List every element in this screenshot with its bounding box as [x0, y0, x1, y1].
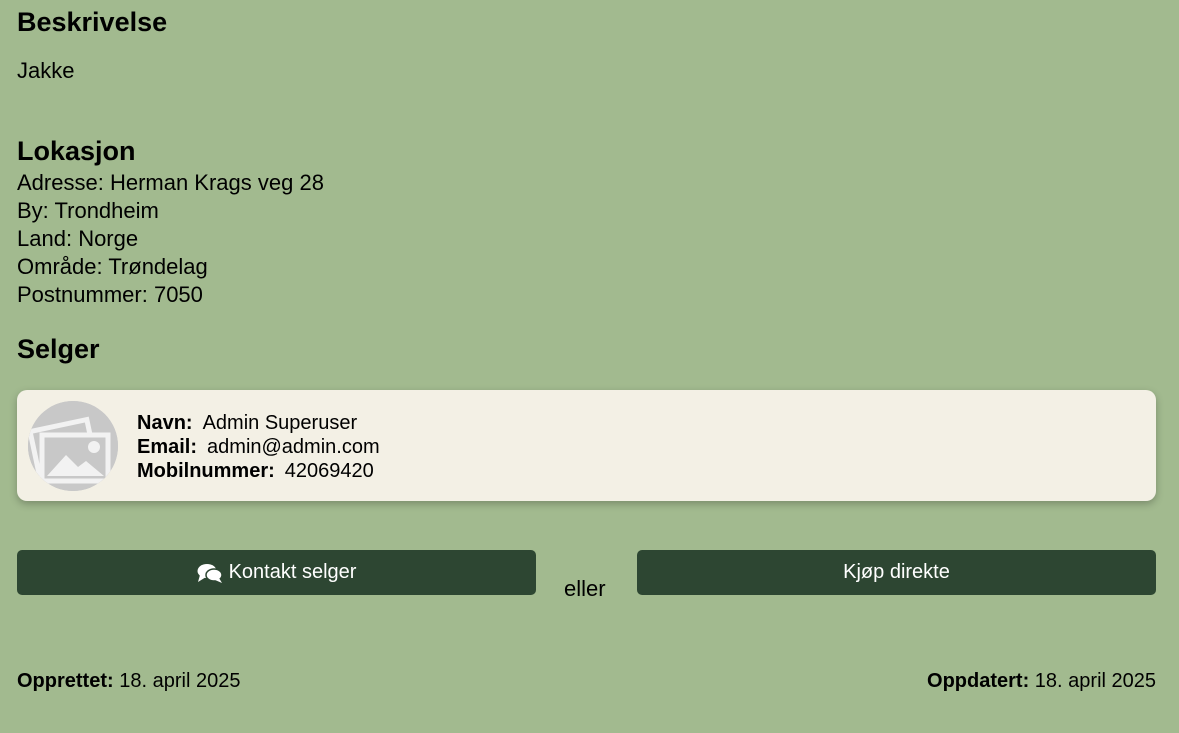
region-label: Område:: [17, 254, 103, 279]
region-value: Trøndelag: [108, 254, 208, 279]
seller-name: Admin Superuser: [202, 412, 358, 434]
contact-seller-label: Kontakt selger: [228, 561, 357, 583]
seller-phone-row: Mobilnummer: 42069420: [137, 459, 380, 483]
updated-label: Oppdatert:: [927, 670, 1030, 692]
image-placeholder-icon: [28, 401, 118, 491]
seller-name-row: Navn: Admin Superuser: [137, 411, 380, 435]
seller-name-label: Navn:: [137, 412, 193, 434]
updated-date: Oppdatert: 18. april 2025: [927, 670, 1156, 693]
postal-value: 7050: [153, 282, 203, 307]
created-value: 18. april 2025: [119, 670, 241, 692]
country-label: Land:: [17, 226, 73, 251]
avatar: [28, 401, 118, 491]
chat-bubbles-icon: [197, 562, 223, 584]
address-value: Herman Krags veg 28: [109, 170, 324, 195]
region-line: Område: Trøndelag: [17, 253, 324, 281]
country-line: Land: Norge: [17, 225, 324, 253]
created-date: Opprettet: 18. april 2025: [17, 670, 240, 693]
description-text: Jakke: [17, 58, 75, 83]
postal-line: Postnummer: 7050: [17, 281, 324, 309]
country-value: Norge: [78, 226, 139, 251]
seller-card: Navn: Admin Superuser Email: admin@admin.c…: [17, 390, 1156, 501]
contact-seller-button[interactable]: Kontakt selger: [17, 550, 536, 595]
address-line: Adresse: Herman Krags veg 28: [17, 169, 324, 197]
city-line: By: Trondheim: [17, 197, 324, 225]
seller-email: admin@admin.com: [207, 436, 380, 458]
description-heading: Beskrivelse: [17, 7, 168, 37]
buy-now-label: Kjøp direkte: [843, 561, 950, 583]
seller-phone: 42069420: [284, 460, 374, 482]
seller-email-label: Email:: [137, 436, 198, 458]
seller-info: Navn: Admin Superuser Email: admin@admin.c…: [137, 411, 380, 483]
city-value: Trondheim: [54, 198, 159, 223]
address-label: Adresse:: [17, 170, 104, 195]
location-heading: Lokasjon: [17, 136, 136, 166]
or-separator: eller: [564, 576, 606, 601]
seller-phone-label: Mobilnummer:: [137, 460, 275, 482]
seller-heading: Selger: [17, 334, 100, 364]
postal-label: Postnummer:: [17, 282, 148, 307]
seller-email-row: Email: admin@admin.com: [137, 435, 380, 459]
buy-now-button[interactable]: Kjøp direkte: [637, 550, 1156, 595]
city-label: By:: [17, 198, 49, 223]
updated-value: 18. april 2025: [1034, 670, 1156, 692]
location-details: Adresse: Herman Krags veg 28 By: Trondhe…: [17, 169, 324, 309]
created-label: Opprettet:: [17, 670, 114, 692]
